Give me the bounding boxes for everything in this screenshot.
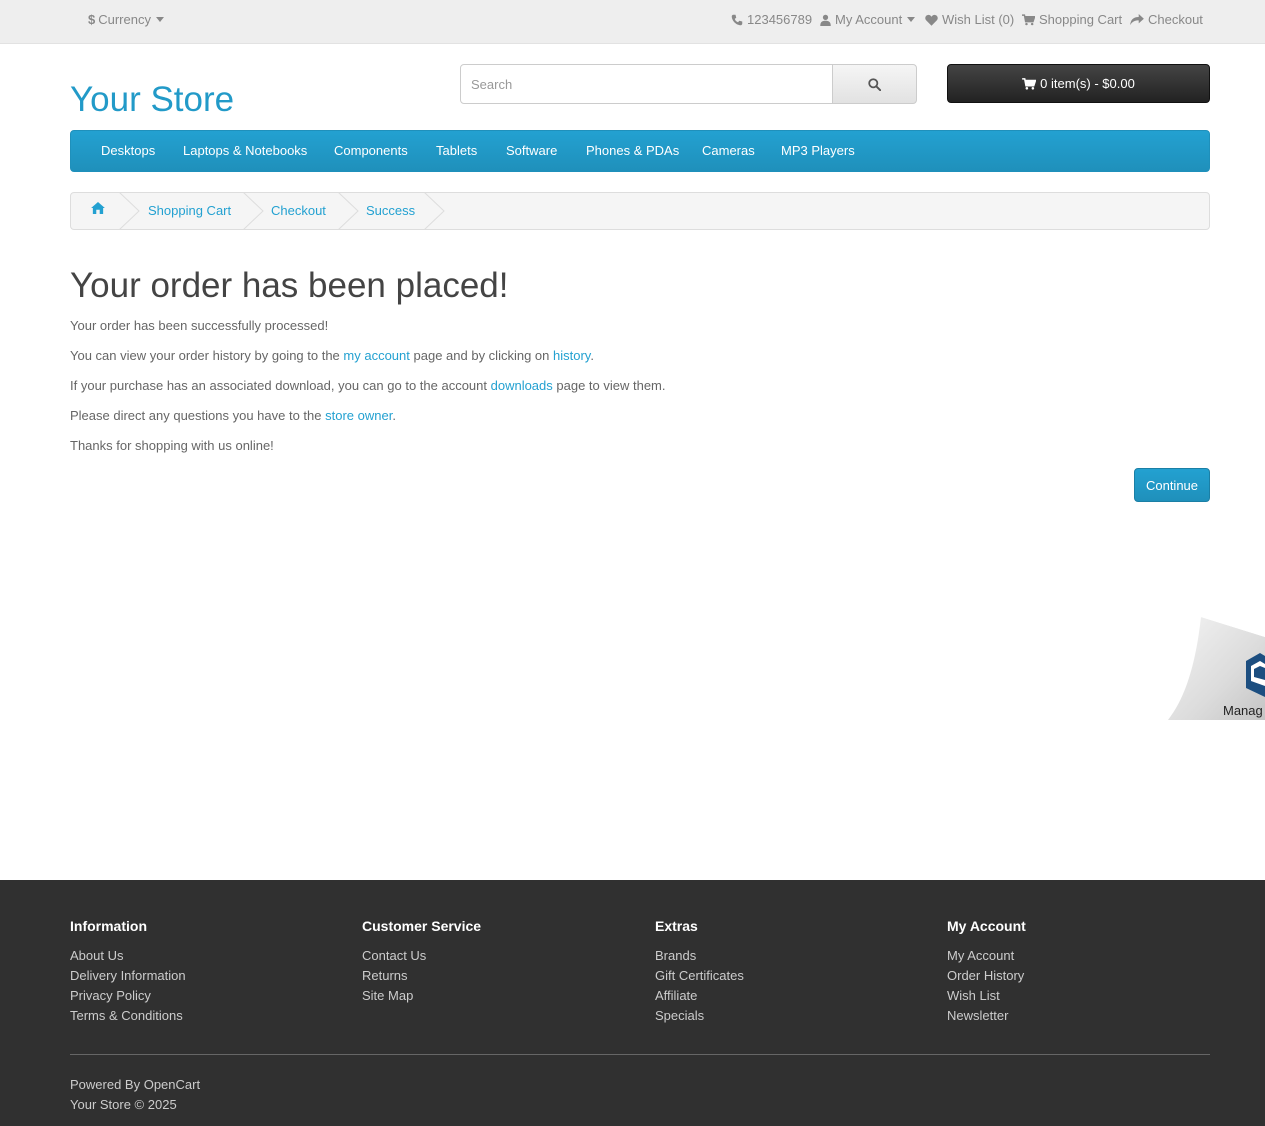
menu-item-tablets[interactable]: Tablets <box>436 143 477 158</box>
menu-item-cameras[interactable]: Cameras <box>702 143 755 158</box>
caret-down-icon <box>155 17 164 22</box>
wish-list-link[interactable]: Wish List (0) <box>925 12 1014 27</box>
page-peel-label: Manag <box>1223 703 1263 718</box>
phone-number: 123456789 <box>747 12 813 27</box>
checkout-link[interactable]: Checkout <box>1130 12 1203 27</box>
cart-icon <box>1022 77 1037 90</box>
copyright: Your Store © 2025 <box>70 1097 177 1112</box>
footer-my-account: My Account My Account Order History Wish… <box>947 918 1026 1026</box>
dollar-icon: $ <box>88 12 96 27</box>
text-segment: page to view them. <box>552 378 666 393</box>
breadcrumb-separator <box>337 192 359 230</box>
footer-link-brands[interactable]: Brands <box>655 946 744 966</box>
breadcrumb-home[interactable] <box>91 202 105 217</box>
footer-link-specials[interactable]: Specials <box>655 1006 744 1026</box>
footer-link-returns[interactable]: Returns <box>362 966 481 986</box>
menu-item-phones[interactable]: Phones & PDAs <box>586 143 679 158</box>
search-button[interactable] <box>832 64 917 104</box>
footer-heading: My Account <box>947 918 1026 934</box>
breadcrumb-checkout[interactable]: Checkout <box>271 203 326 218</box>
main-menu: Desktops Laptops & Notebooks Components … <box>70 130 1210 172</box>
downloads-text: If your purchase has an associated downl… <box>70 378 666 393</box>
text-segment: page and by clicking on <box>409 348 553 363</box>
store-logo[interactable]: Your Store <box>70 80 234 120</box>
breadcrumb: Shopping Cart Checkout Success <box>70 192 1210 230</box>
footer-link-about-us[interactable]: About Us <box>70 946 186 966</box>
footer-link-wish-list[interactable]: Wish List <box>947 986 1026 1006</box>
text-segment: You can view your order history by going… <box>70 348 344 363</box>
history-link[interactable]: history <box>553 348 590 363</box>
search-icon <box>868 77 881 91</box>
footer-heading: Information <box>70 918 147 934</box>
shopping-cart-link[interactable]: Shopping Cart <box>1022 12 1122 27</box>
menu-item-laptops[interactable]: Laptops & Notebooks <box>183 143 307 158</box>
text-segment: . <box>392 408 396 423</box>
footer-link-delivery[interactable]: Delivery Information <box>70 966 186 986</box>
wish-list-label: Wish List (0) <box>942 12 1015 27</box>
my-account-label: My Account <box>835 12 903 27</box>
checkout-label: Checkout <box>1148 12 1203 27</box>
store-owner-link[interactable]: store owner <box>325 408 392 423</box>
footer-information: Information About Us Delivery Informatio… <box>70 918 186 1026</box>
menu-item-mp3[interactable]: MP3 Players <box>781 143 855 158</box>
currency-label: Currency <box>98 12 151 27</box>
text-segment: Please direct any questions you have to … <box>70 408 326 423</box>
footer-link-sitemap[interactable]: Site Map <box>362 986 481 1006</box>
top-bar: $ Currency 123456789 My Account Wish Lis… <box>0 0 1265 44</box>
search-input[interactable] <box>460 64 833 104</box>
footer-heading: Extras <box>655 918 698 934</box>
shopping-cart-label: Shopping Cart <box>1039 12 1123 27</box>
breadcrumb-success[interactable]: Success <box>366 203 415 218</box>
powered-by-text: Powered By <box>70 1077 144 1092</box>
breadcrumb-separator <box>242 192 264 230</box>
menu-item-software[interactable]: Software <box>506 143 557 158</box>
footer-extras: Extras Brands Gift Certificates Affiliat… <box>655 918 744 1026</box>
cart-button[interactable]: 0 item(s) - $0.00 <box>947 64 1210 103</box>
text-segment: If your purchase has an associated downl… <box>70 378 491 393</box>
footer-link-my-account[interactable]: My Account <box>947 946 1026 966</box>
breadcrumb-separator <box>423 192 445 230</box>
footer-link-order-history[interactable]: Order History <box>947 966 1026 986</box>
phone-link[interactable]: 123456789 <box>731 12 812 27</box>
search-bar <box>460 64 917 104</box>
footer-link-affiliate[interactable]: Affiliate <box>655 986 744 1006</box>
continue-button[interactable]: Continue <box>1134 468 1210 502</box>
thanks-text: Thanks for shopping with us online! <box>70 438 274 453</box>
cart-icon <box>1022 13 1035 25</box>
page-title: Your order has been placed! <box>70 266 509 305</box>
share-icon <box>1130 13 1144 25</box>
heart-icon <box>925 14 938 26</box>
downloads-link[interactable]: downloads <box>491 378 553 393</box>
my-account-dropdown[interactable]: My Account <box>820 12 916 27</box>
user-icon <box>820 14 831 26</box>
order-history-text: You can view your order history by going… <box>70 348 594 363</box>
footer-link-terms[interactable]: Terms & Conditions <box>70 1006 186 1026</box>
footer-link-newsletter[interactable]: Newsletter <box>947 1006 1026 1026</box>
footer-divider <box>70 1054 1210 1055</box>
phone-icon <box>731 14 743 25</box>
text-segment: . <box>590 348 594 363</box>
footer-link-gift-certificates[interactable]: Gift Certificates <box>655 966 744 986</box>
breadcrumb-shopping-cart[interactable]: Shopping Cart <box>148 203 231 218</box>
footer-link-contact[interactable]: Contact Us <box>362 946 481 966</box>
footer-customer-service: Customer Service Contact Us Returns Site… <box>362 918 481 1006</box>
footer-link-privacy[interactable]: Privacy Policy <box>70 986 186 1006</box>
caret-down-icon <box>907 17 916 22</box>
cart-summary: 0 item(s) - $0.00 <box>1040 76 1135 91</box>
page-peel-widget[interactable]: Manag <box>1168 617 1265 720</box>
menu-item-desktops[interactable]: Desktops <box>101 143 155 158</box>
powered-by: Powered By OpenCart <box>70 1077 200 1092</box>
footer: Information About Us Delivery Informatio… <box>0 880 1265 1126</box>
my-account-link[interactable]: my account <box>343 348 409 363</box>
home-icon <box>91 202 105 214</box>
currency-dropdown[interactable]: $ Currency <box>88 12 164 27</box>
breadcrumb-separator <box>118 192 140 230</box>
questions-text: Please direct any questions you have to … <box>70 408 396 423</box>
success-message: Your order has been successfully process… <box>70 318 329 333</box>
menu-item-components[interactable]: Components <box>334 143 408 158</box>
footer-heading: Customer Service <box>362 918 482 934</box>
opencart-link[interactable]: OpenCart <box>144 1077 200 1092</box>
